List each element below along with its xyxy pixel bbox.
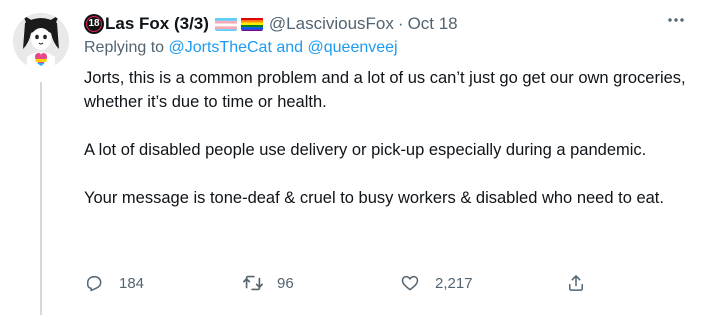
tweet-paragraph: A lot of disabled people use delivery or… (84, 141, 647, 159)
separator-dot: · (397, 14, 404, 33)
tweet-header: 18 Las Fox (3/3) @LasciviousFox · Oct 18 (84, 12, 458, 36)
tweet-date[interactable]: Oct 18 (408, 14, 458, 34)
replying-prefix: Replying to (84, 39, 165, 56)
like-count: 2,217 (435, 274, 473, 292)
trans-flag-icon (214, 17, 237, 31)
reply-icon (87, 276, 102, 292)
retweet-count: 96 (277, 274, 294, 292)
more-options-button[interactable] (664, 8, 688, 32)
replying-and: and (276, 39, 304, 56)
mention-jortsthecat[interactable]: @JortsTheCat (169, 39, 272, 56)
more-icon (668, 18, 684, 22)
retweet-button[interactable]: 96 (242, 270, 294, 296)
tweet-paragraph: Jorts, this is a common problem and a lo… (84, 69, 686, 111)
age-18-badge-icon: 18 (84, 14, 104, 34)
like-button[interactable]: 2,217 (400, 270, 473, 296)
avatar[interactable] (13, 13, 69, 69)
share-icon (569, 275, 583, 291)
avatar-illustration (13, 13, 69, 69)
mention-queenveej[interactable]: @queenveej (308, 39, 398, 56)
rainbow-flag-icon (240, 17, 263, 31)
thread-line (40, 82, 42, 315)
tweet[interactable]: 18 Las Fox (3/3) @LasciviousFox · Oct 18… (0, 0, 702, 315)
handle[interactable]: @LasciviousFox (269, 14, 394, 34)
tweet-paragraph: Your message is tone-deaf & cruel to bus… (84, 189, 664, 207)
display-name[interactable]: Las Fox (3/3) (105, 14, 209, 34)
reply-button[interactable]: 184 (84, 270, 144, 296)
retweet-icon (243, 275, 263, 291)
tweet-text: Jorts, this is a common problem and a lo… (84, 66, 688, 234)
reply-count: 184 (119, 274, 145, 292)
share-button[interactable] (566, 270, 586, 296)
replying-to: Replying to @JortsTheCat and @queenveej (84, 39, 398, 57)
tweet-actions: 184 96 2,217 (84, 270, 594, 296)
heart-icon (401, 275, 419, 291)
